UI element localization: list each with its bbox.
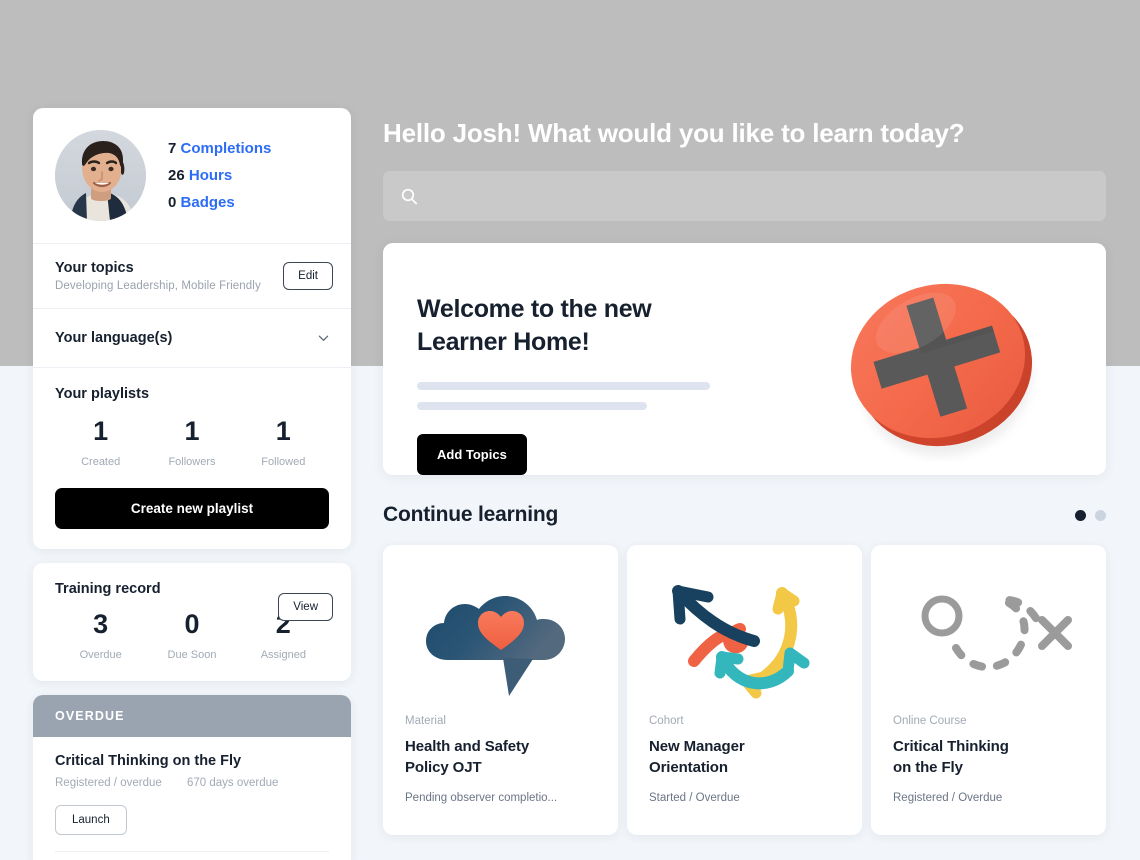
stat-badges: 0 Badges — [168, 189, 271, 216]
playlist-followed-value: 1 — [275, 416, 291, 446]
overdue-item[interactable]: Critical Thinking on the Fly Registered … — [33, 737, 351, 860]
welcome-heading-line1: Welcome to the new — [417, 295, 652, 323]
page-title: Hello Josh! What would you like to learn… — [383, 118, 965, 148]
divider — [55, 851, 329, 852]
training-overdue-value: 3 — [93, 609, 109, 639]
course-title: Health and Safety Policy OJT — [405, 737, 596, 778]
playlist-followed-label: Followed — [261, 456, 306, 468]
create-new-playlist-button[interactable]: Create new playlist — [55, 488, 329, 529]
course-card-list: Material Health and Safety Policy OJT Pe… — [383, 545, 1106, 835]
course-card[interactable]: Cohort New Manager Orientation Started /… — [627, 545, 862, 835]
course-title-line1: New Manager — [649, 738, 745, 755]
placeholder-bar-1 — [417, 381, 710, 390]
course-title-line1: Critical Thinking — [893, 738, 1009, 755]
playlist-followers-label: Followers — [168, 456, 216, 468]
playlist-stat-followed: 1 Followed — [238, 416, 329, 469]
training-due-soon-label: Due Soon — [167, 649, 217, 661]
app-root: 7 Completions 26 Hours 0 Badges Your top… — [0, 0, 1140, 860]
playlist-stat-created: 1 Created — [55, 416, 146, 469]
course-title-line1: Health and Safety — [405, 738, 530, 755]
your-languages-title: Your language(s) — [55, 330, 173, 346]
stat-badges-value: 0 — [168, 194, 177, 211]
overdue-status-badge: OVERDUE — [33, 695, 351, 737]
training-stat-due-soon: 0 Due Soon — [146, 609, 237, 662]
playlist-stat-followers: 1 Followers — [146, 416, 237, 469]
course-card[interactable]: Online Course Critical Thinking on the F… — [871, 545, 1106, 835]
profile-stats: 7 Completions 26 Hours 0 Badges — [168, 135, 271, 216]
chevron-down-icon[interactable] — [318, 333, 329, 344]
profile-row: 7 Completions 26 Hours 0 Badges — [33, 108, 351, 243]
training-record-card: Training record View 3 Overdue 0 Due Soo… — [33, 563, 351, 681]
welcome-banner: Welcome to the new Learner Home! Add Top… — [383, 243, 1106, 475]
overdue-item-title: Critical Thinking on the Fly — [55, 753, 242, 769]
search-icon — [401, 188, 418, 205]
plus-disc-icon — [838, 261, 1048, 461]
stat-hours: 26 Hours — [168, 162, 271, 189]
course-status: Started / Overdue — [649, 792, 740, 805]
course-title-line2: Policy OJT — [405, 758, 482, 776]
main-content: Hello Josh! What would you like to learn… — [383, 118, 1106, 835]
stat-hours-value: 26 — [168, 167, 185, 184]
view-training-record-button[interactable]: View — [278, 593, 333, 621]
placeholder-bar-2 — [417, 401, 647, 410]
stat-badges-label[interactable]: Badges — [181, 194, 235, 211]
carousel-dot-1[interactable] — [1075, 509, 1086, 521]
profile-card: 7 Completions 26 Hours 0 Badges Your top… — [33, 108, 351, 549]
training-overdue-label: Overdue — [79, 649, 122, 661]
your-playlists-title: Your playlists — [55, 386, 150, 402]
playlist-stats: 1 Created 1 Followers 1 Followed — [55, 416, 329, 469]
overdue-item-meta: Registered / overdue 670 days overdue — [55, 777, 329, 789]
search-bar[interactable] — [383, 171, 1106, 221]
training-assigned-label: Assigned — [260, 649, 306, 661]
arrows-icon — [649, 567, 840, 707]
stat-completions-value: 7 — [168, 140, 177, 157]
course-kind: Material — [405, 715, 446, 727]
course-title-line2: on the Fly — [893, 758, 963, 776]
sidebar: 7 Completions 26 Hours 0 Badges Your top… — [33, 108, 351, 860]
overdue-card: OVERDUE Critical Thinking on the Fly Reg… — [33, 695, 351, 860]
dashed-path-icon — [893, 567, 1084, 707]
avatar — [55, 130, 146, 221]
continue-learning-header: Continue learning — [383, 503, 1106, 527]
stat-completions: 7 Completions — [168, 135, 271, 162]
add-topics-button[interactable]: Add Topics — [417, 433, 527, 475]
playlist-created-value: 1 — [93, 416, 109, 446]
welcome-heading-line2: Learner Home! — [417, 328, 590, 357]
search-input[interactable] — [430, 171, 1088, 221]
edit-topics-button[interactable]: Edit — [283, 262, 333, 290]
overdue-item-registration: Registered / overdue — [55, 777, 162, 789]
launch-button[interactable]: Launch — [55, 805, 127, 835]
course-card[interactable]: Material Health and Safety Policy OJT Pe… — [383, 545, 618, 835]
training-record-section: Training record View 3 Overdue 0 Due Soo… — [33, 563, 351, 681]
playlist-followers-value: 1 — [184, 416, 200, 446]
overdue-item-days: 670 days overdue — [186, 777, 279, 789]
course-kind: Online Course — [893, 715, 967, 727]
training-stat-overdue: 3 Overdue — [55, 609, 146, 662]
course-kind: Cohort — [649, 715, 684, 727]
cloud-heart-icon — [405, 567, 596, 707]
welcome-text: Welcome to the new Learner Home! Add Top… — [383, 243, 803, 475]
training-due-soon-value: 0 — [184, 609, 200, 639]
course-title: New Manager Orientation — [649, 737, 840, 778]
your-playlists-section: Your playlists 1 Created 1 Followers 1 F… — [33, 368, 351, 549]
course-status: Pending observer completio... — [405, 792, 558, 805]
course-title-line2: Orientation — [649, 758, 728, 776]
course-title: Critical Thinking on the Fly — [893, 737, 1084, 778]
course-status: Registered / Overdue — [893, 792, 1003, 805]
carousel-pagination — [1075, 509, 1106, 521]
carousel-dot-2[interactable] — [1095, 509, 1106, 521]
your-languages-section[interactable]: Your language(s) — [33, 309, 351, 367]
stat-hours-label[interactable]: Hours — [189, 167, 232, 184]
continue-learning-title: Continue learning — [383, 503, 559, 526]
your-topics-section: Your topics Developing Leadership, Mobil… — [33, 244, 351, 308]
stat-completions-label[interactable]: Completions — [181, 140, 272, 157]
playlist-created-label: Created — [81, 456, 121, 468]
